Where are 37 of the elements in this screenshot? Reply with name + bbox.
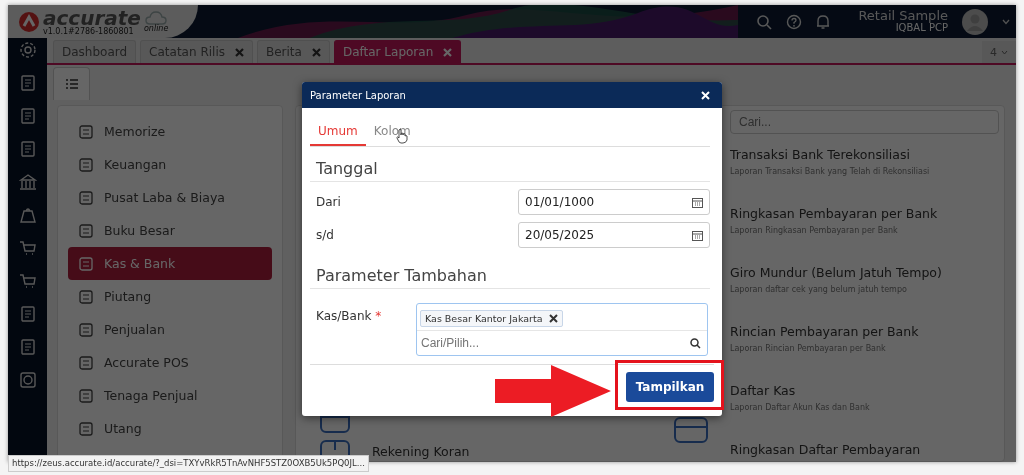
version-text: v1.0.1#2786-1860801 bbox=[43, 27, 135, 36]
menu-item[interactable]: Keuangan bbox=[68, 148, 272, 181]
report-link[interactable]: Giro Mundur (Belum Jatuh Tempo) bbox=[730, 265, 999, 280]
report-link[interactable]: Daftar Kas bbox=[730, 383, 999, 398]
dialog-tab[interactable]: Umum bbox=[310, 120, 366, 146]
logo-text: accurate bbox=[43, 7, 141, 28]
menu-item[interactable]: Memorize bbox=[68, 115, 272, 148]
search-field[interactable]: Cari/Pilih... bbox=[421, 336, 690, 350]
menu-item[interactable]: Buku Besar bbox=[68, 214, 272, 247]
menu-item[interactable]: Utang bbox=[68, 412, 272, 445]
menu-item[interactable]: Accurate POS bbox=[68, 346, 272, 379]
show-button[interactable]: Tampilkan bbox=[626, 372, 714, 402]
section-heading: Tanggal bbox=[310, 147, 710, 182]
page-tab[interactable]: Daftar Laporan bbox=[333, 40, 462, 63]
dialog-title: Parameter Laporan bbox=[310, 89, 406, 101]
user-name: IQBAL PCP bbox=[895, 23, 948, 34]
report-link[interactable]: Rekening Koran bbox=[372, 444, 470, 459]
field-label: Kas/Bank * bbox=[316, 308, 383, 323]
menu-item[interactable]: Penjualan bbox=[68, 313, 272, 346]
report-link[interactable]: Ringkasan Daftar Pembayaran bbox=[730, 442, 999, 457]
field-label: s/d bbox=[316, 228, 334, 242]
menu-item[interactable]: Pusat Laba & Biaya bbox=[68, 181, 272, 214]
menu-item[interactable]: Piutang bbox=[68, 280, 272, 313]
section-heading: Parameter Tambahan bbox=[310, 254, 710, 289]
account-picker[interactable]: Kas Besar Kantor Jakarta Cari/Pilih... bbox=[416, 303, 708, 356]
report-link[interactable]: Rincian Pembayaran per Bank bbox=[730, 324, 999, 339]
menu-item[interactable]: Tenaga Penjual bbox=[68, 379, 272, 412]
date-field[interactable]: 01/01/1000 bbox=[518, 189, 710, 215]
status-url: https://zeus.accurate.id/accurate/?_dsi=TXYvRkR5TnAvNHF5STZ0OXB5Uk5PQ0JL... bbox=[8, 455, 369, 472]
report-link[interactable]: Transaksi Bank Terekonsiliasi bbox=[730, 147, 999, 162]
date-field[interactable]: 20/05/2025 bbox=[518, 222, 710, 248]
field-label: Dari bbox=[316, 195, 341, 209]
logo-subtext: online bbox=[143, 24, 169, 33]
report-link[interactable]: Ringkasan Pembayaran per Bank bbox=[730, 206, 999, 221]
menu-item[interactable]: Kas & Bank bbox=[68, 247, 272, 280]
company-name: Retail Sample bbox=[858, 9, 948, 24]
selected-tag: Kas Besar Kantor Jakarta bbox=[420, 310, 563, 327]
